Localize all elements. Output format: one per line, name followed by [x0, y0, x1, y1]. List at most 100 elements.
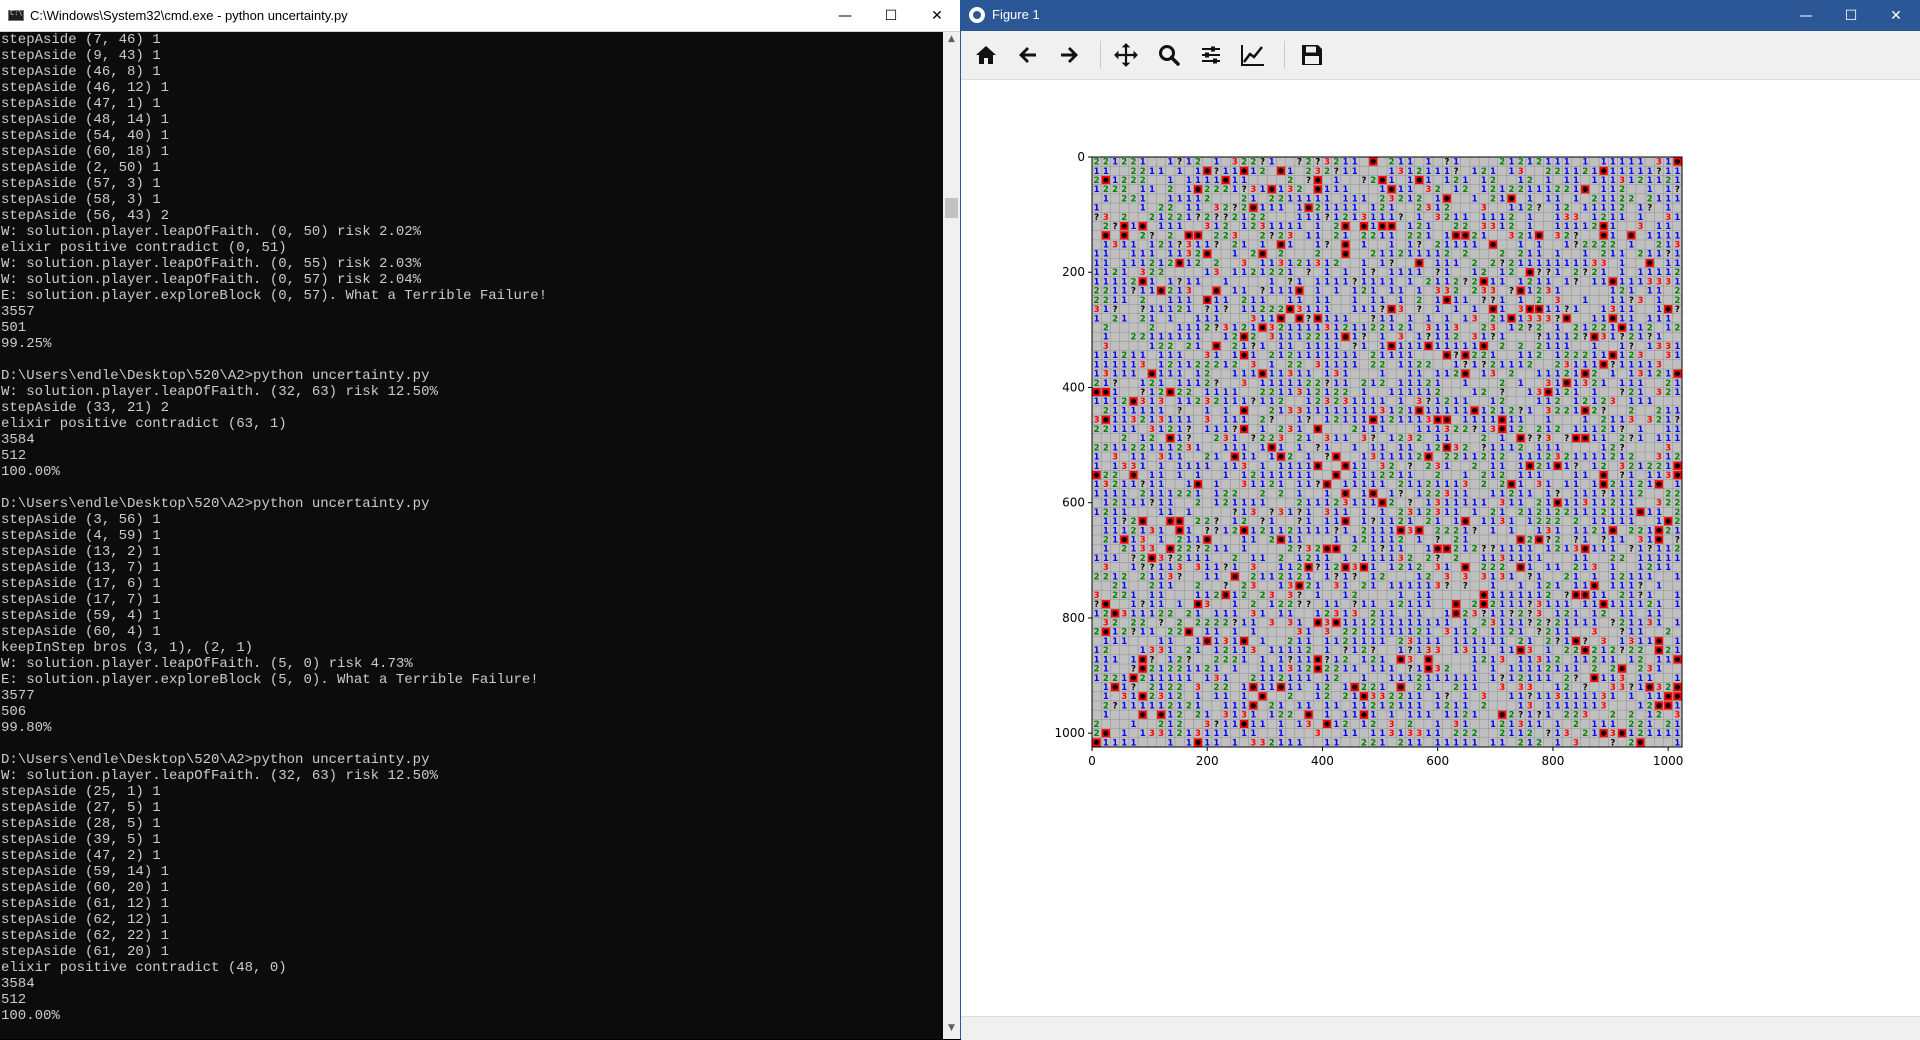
console-line: D:\Users\endle\Desktop\520\A2>python unc… [0, 368, 942, 384]
mine-icon [1278, 454, 1284, 460]
grid-cell [1138, 277, 1147, 286]
cmd-app-icon [8, 9, 24, 21]
maximize-button[interactable]: ☐ [868, 0, 914, 31]
grid-cell [1203, 249, 1212, 258]
grid-cell [1442, 415, 1452, 424]
console-line: stepAside (7, 46) 1 [0, 32, 942, 48]
console-line: 99.25% [0, 336, 942, 352]
toolbar-separator [1100, 41, 1101, 69]
home-icon[interactable] [970, 39, 1002, 71]
console-line: 99.80% [0, 720, 942, 736]
back-arrow-icon[interactable] [1012, 39, 1044, 71]
figure-window-title: Figure 1 [992, 7, 1040, 22]
mine-icon [1582, 186, 1588, 192]
mine-icon [1398, 527, 1404, 533]
cmd-titlebar[interactable]: C:\Windows\System32\cmd.exe - python unc… [0, 0, 960, 32]
minimize-button[interactable]: — [1783, 0, 1829, 31]
scroll-up-arrow-icon[interactable]: ▲ [943, 34, 960, 48]
console-line: E: solution.player.exploreBlock (0, 57).… [0, 288, 942, 304]
mine-icon [1499, 417, 1505, 423]
mine-icon [1315, 463, 1321, 469]
grid-cell [1138, 222, 1147, 231]
zoom-magnifier-icon[interactable] [1153, 39, 1185, 71]
mine-icon [1140, 278, 1146, 285]
close-button[interactable]: ✕ [914, 0, 960, 31]
grid-cell [1488, 305, 1498, 314]
console-line: 512 [0, 448, 942, 464]
grid-cell [1369, 489, 1378, 498]
mine-icon [1481, 592, 1487, 598]
grid-cell [1664, 305, 1673, 314]
grid-cell [1221, 590, 1230, 599]
grid-cell [1341, 563, 1350, 572]
mine-icon [1176, 260, 1183, 266]
edit-axis-icon[interactable] [1237, 39, 1269, 71]
mine-icon [1121, 223, 1127, 229]
forward-arrow-icon[interactable] [1053, 39, 1085, 71]
console-line: stepAside (46, 8) 1 [0, 64, 942, 80]
plot-canvas[interactable]: 2 2 1 2 2 1 1? 1 2 1 3 2 2? 1? 2? 3 2 1 1 2 1 1 1? 1 2 1 2 1 2 1 1 1 1 1 1… [961, 80, 1920, 1016]
scroll-down-arrow-icon[interactable]: ▼ [943, 1023, 960, 1037]
cmd-window[interactable]: C:\Windows\System32\cmd.exe - python unc… [0, 0, 960, 1039]
minimize-button[interactable]: — [822, 0, 868, 31]
mine-icon [1462, 518, 1468, 524]
grid-cell [1581, 185, 1590, 194]
grid-cell [1387, 341, 1396, 351]
grid-cell [1461, 517, 1470, 526]
mine-icon [1389, 343, 1395, 349]
mine-icon [1342, 223, 1349, 229]
minesweeper-heatmap-plot[interactable]: 2 2 1 2 2 1 1? 1 2 1 3 2 2? 1? 2? 3 2 1 1 2 1 1 1? 1 2 1 2 1 2 1 1 1 1 1 1… [961, 80, 1920, 1016]
console-line: 100.00% [0, 1008, 942, 1024]
maximize-button[interactable]: ☐ [1828, 0, 1874, 31]
grid-cell [1461, 369, 1470, 378]
mine-icon [1287, 306, 1293, 312]
grid-cell [1498, 424, 1507, 434]
mine-icon [1656, 481, 1662, 487]
mine-icon [1435, 546, 1441, 552]
mine-icon [1545, 389, 1551, 395]
figure-window[interactable]: Figure 1 — ☐ ✕ 2 2 1 2 2 1 1? 1 2 1 3 2 … [960, 0, 1920, 1040]
grid-cell [1488, 240, 1498, 249]
grid-cell [1562, 378, 1571, 387]
grid-cell [1276, 452, 1286, 461]
mine-icon [1647, 260, 1653, 266]
mine-icon [1591, 334, 1598, 340]
pan-move-icon[interactable] [1110, 39, 1142, 71]
console-line: D:\Users\endle\Desktop\520\A2>python unc… [0, 496, 942, 512]
grid-cell [1249, 203, 1258, 212]
grid-cell [1442, 194, 1452, 203]
grid-cell [1240, 332, 1249, 341]
mine-icon [1518, 435, 1524, 441]
mine-icon [1499, 426, 1505, 432]
mine-icon [1213, 288, 1220, 294]
grid-cell [1240, 424, 1249, 434]
mine-icon [1508, 481, 1515, 487]
console-line: stepAside (17, 6) 1 [0, 576, 942, 592]
grid-cell [1461, 563, 1470, 572]
mine-icon [1259, 371, 1266, 377]
mine-icon [1462, 232, 1468, 238]
scrollbar-thumb[interactable] [945, 198, 958, 218]
mine-icon [1665, 306, 1671, 312]
console-line: elixir positive contradict (63, 1) [0, 416, 942, 432]
console-line: stepAside (13, 2) 1 [0, 544, 942, 560]
save-disk-icon[interactable] [1296, 39, 1328, 71]
grid-cell [1166, 517, 1175, 526]
figure-titlebar[interactable]: Figure 1 — ☐ ✕ [961, 0, 1920, 31]
grid-cell [1230, 452, 1239, 461]
grid-cell [1387, 185, 1396, 194]
console-line: stepAside (48, 14) 1 [0, 112, 942, 128]
configure-subplots-icon[interactable] [1195, 39, 1227, 71]
grid-cell [1184, 231, 1193, 240]
mine-icon [1490, 306, 1496, 312]
grid-cell [1424, 452, 1433, 461]
grid-cell [1599, 470, 1608, 480]
mine-icon [1333, 454, 1339, 460]
grid-cell [1387, 222, 1396, 231]
grid-cell [1166, 434, 1175, 443]
console-output[interactable]: stepAside (7, 46) 1 stepAside (9, 43) 1st… [0, 32, 942, 1039]
close-button[interactable]: ✕ [1873, 0, 1919, 31]
console-scrollbar[interactable]: ▲ ▼ [943, 32, 960, 1039]
grid-cell [1110, 609, 1120, 618]
